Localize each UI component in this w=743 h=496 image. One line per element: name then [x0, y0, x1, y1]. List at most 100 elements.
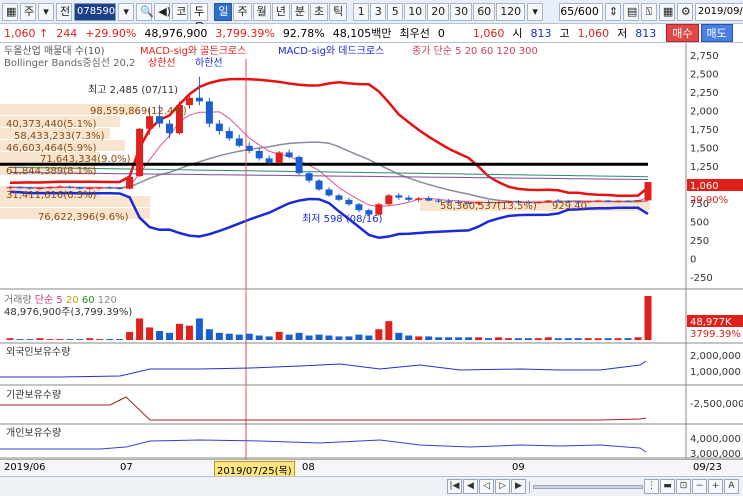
- market-select[interactable]: 주: [20, 2, 36, 21]
- period-mode-select[interactable]: 전: [56, 2, 72, 21]
- volume-bar: [554, 338, 562, 340]
- volume-bar: [285, 334, 293, 340]
- volume-bar: [116, 339, 124, 340]
- legend-lower: 하한선: [195, 56, 223, 69]
- minute-option[interactable]: 20: [427, 2, 450, 21]
- sell-button[interactable]: 매도: [700, 24, 733, 42]
- open-price: 813: [530, 26, 552, 40]
- stock-code-input[interactable]: 078590: [74, 2, 117, 21]
- code-dropdown-icon[interactable]: ▾: [118, 2, 135, 21]
- gear-icon[interactable]: ⚙: [676, 2, 693, 21]
- indiv-axis-1: 4,000,000: [690, 434, 741, 445]
- candle-body: [544, 200, 552, 203]
- candle-body: [205, 101, 213, 124]
- x-label-jul: 07: [120, 462, 133, 473]
- period-tab[interactable]: 초: [309, 2, 329, 21]
- volume-bar: [405, 335, 413, 340]
- current-price: 1,060 ↑: [4, 26, 49, 40]
- minute-option[interactable]: 3: [370, 2, 387, 21]
- candle-body: [66, 186, 74, 188]
- next-icon[interactable]: ▷: [495, 479, 510, 494]
- volume-bar: [205, 329, 213, 340]
- price-axis-label: 2,250: [690, 88, 719, 99]
- search-icon[interactable]: 🔍: [136, 2, 154, 21]
- candle-body: [235, 138, 243, 146]
- low-label: 저: [617, 27, 628, 40]
- fit-icon[interactable]: ⊡: [676, 479, 691, 494]
- minute-option[interactable]: 5: [387, 2, 404, 21]
- scroll-track[interactable]: [533, 484, 643, 489]
- volume-bar: [475, 337, 483, 340]
- zoom-icon[interactable]: ▤: [622, 2, 639, 21]
- candle-body: [136, 128, 144, 177]
- minute-option[interactable]: 1: [353, 2, 370, 21]
- volume-legend-text: 48,976,900주(3,799.39%): [4, 307, 132, 318]
- quote-bar: 1,060 ↑ 244 +29.90% 48,976,900 3,799.39%…: [0, 24, 743, 43]
- period-tab[interactable]: 분: [290, 2, 309, 21]
- minus-icon[interactable]: −: [692, 479, 707, 494]
- chevron-down-icon[interactable]: ▾: [527, 2, 544, 21]
- volume-bar: [514, 338, 522, 340]
- ask-price: 1,060: [472, 26, 505, 40]
- indiv-title: 개인보유수량: [6, 427, 61, 439]
- volume-bar: [614, 338, 622, 340]
- volume-bar: [365, 335, 373, 340]
- volume-bar: [335, 336, 343, 340]
- period-tab[interactable]: 일: [214, 2, 233, 21]
- rewind-icon[interactable]: ◀: [463, 479, 478, 494]
- volume-bar: [215, 332, 223, 340]
- legend-bollinger: Bollinger Bands중심선 20,2: [4, 57, 135, 69]
- chevron-down-icon[interactable]: ▾: [38, 2, 54, 21]
- candle-body: [46, 186, 54, 188]
- buy-button[interactable]: 매수: [666, 24, 699, 42]
- foreign-title: 외국인보유수량: [6, 346, 70, 358]
- candle-body: [185, 97, 193, 106]
- price-pane[interactable]: [0, 43, 686, 289]
- volume-tag-pct: 3799.39%: [690, 329, 741, 340]
- stock-chart[interactable]: 두올산업 매물대 수(10) MACD-sig와 골든크로스 MACD-sig와…: [0, 43, 743, 459]
- minimize-icon[interactable]: ▬: [660, 479, 675, 494]
- range-stepper-icon[interactable]: ⇕: [604, 2, 621, 21]
- table-icon[interactable]: ▦: [658, 2, 675, 21]
- minute-option[interactable]: 30: [450, 2, 473, 21]
- period-tab[interactable]: 틱: [329, 2, 348, 21]
- volume-bar: [265, 336, 273, 340]
- candle-body: [305, 173, 313, 181]
- date-input[interactable]: 2019/09/23: [694, 2, 743, 21]
- volume-bar: [604, 338, 612, 340]
- vp-label-10: 929,40: [552, 201, 587, 212]
- x-end-date: 09/23: [693, 462, 722, 473]
- forward-icon[interactable]: ▶: [511, 479, 526, 494]
- letter-a-icon[interactable]: A: [724, 479, 739, 494]
- price-axis-label: 250: [690, 236, 709, 247]
- volume-bar: [126, 331, 134, 340]
- volume-bar: [6, 338, 14, 340]
- prev-icon[interactable]: ◁: [479, 479, 494, 494]
- period-tab[interactable]: 년: [271, 2, 290, 21]
- chart-type-icon[interactable]: ⍂: [640, 2, 657, 21]
- volume-bar: [415, 336, 423, 340]
- grid-icon[interactable]: ▦: [2, 2, 18, 21]
- bottom-nav: |◀ ◀ ◁ ▷ ▶ ⋮ ▬ ⊡ − + A: [0, 476, 743, 496]
- candle-body: [56, 186, 64, 188]
- minute-option[interactable]: 10: [404, 2, 427, 21]
- minute-option[interactable]: 120: [496, 2, 526, 21]
- period-tab[interactable]: 주: [233, 2, 252, 21]
- volume-bar: [574, 338, 582, 340]
- volume-bar: [564, 338, 572, 340]
- speaker-icon[interactable]: ◀): [154, 2, 171, 21]
- candle-body: [594, 200, 602, 202]
- open-label: 시: [512, 27, 523, 40]
- legend-main: 두올산업 매물대 수(10): [4, 44, 105, 57]
- grip-icon[interactable]: ⋮: [644, 479, 659, 494]
- first-icon[interactable]: |◀: [447, 479, 462, 494]
- divider: [529, 480, 530, 493]
- volume-bar: [275, 331, 283, 340]
- candle-count[interactable]: 65/600: [559, 2, 603, 21]
- volume-bar: [96, 339, 104, 340]
- volume-bar: [16, 339, 24, 340]
- priority-value: 0: [437, 26, 445, 40]
- minute-option[interactable]: 60: [473, 2, 496, 21]
- plus-icon[interactable]: +: [708, 479, 723, 494]
- period-tab[interactable]: 월: [252, 2, 271, 21]
